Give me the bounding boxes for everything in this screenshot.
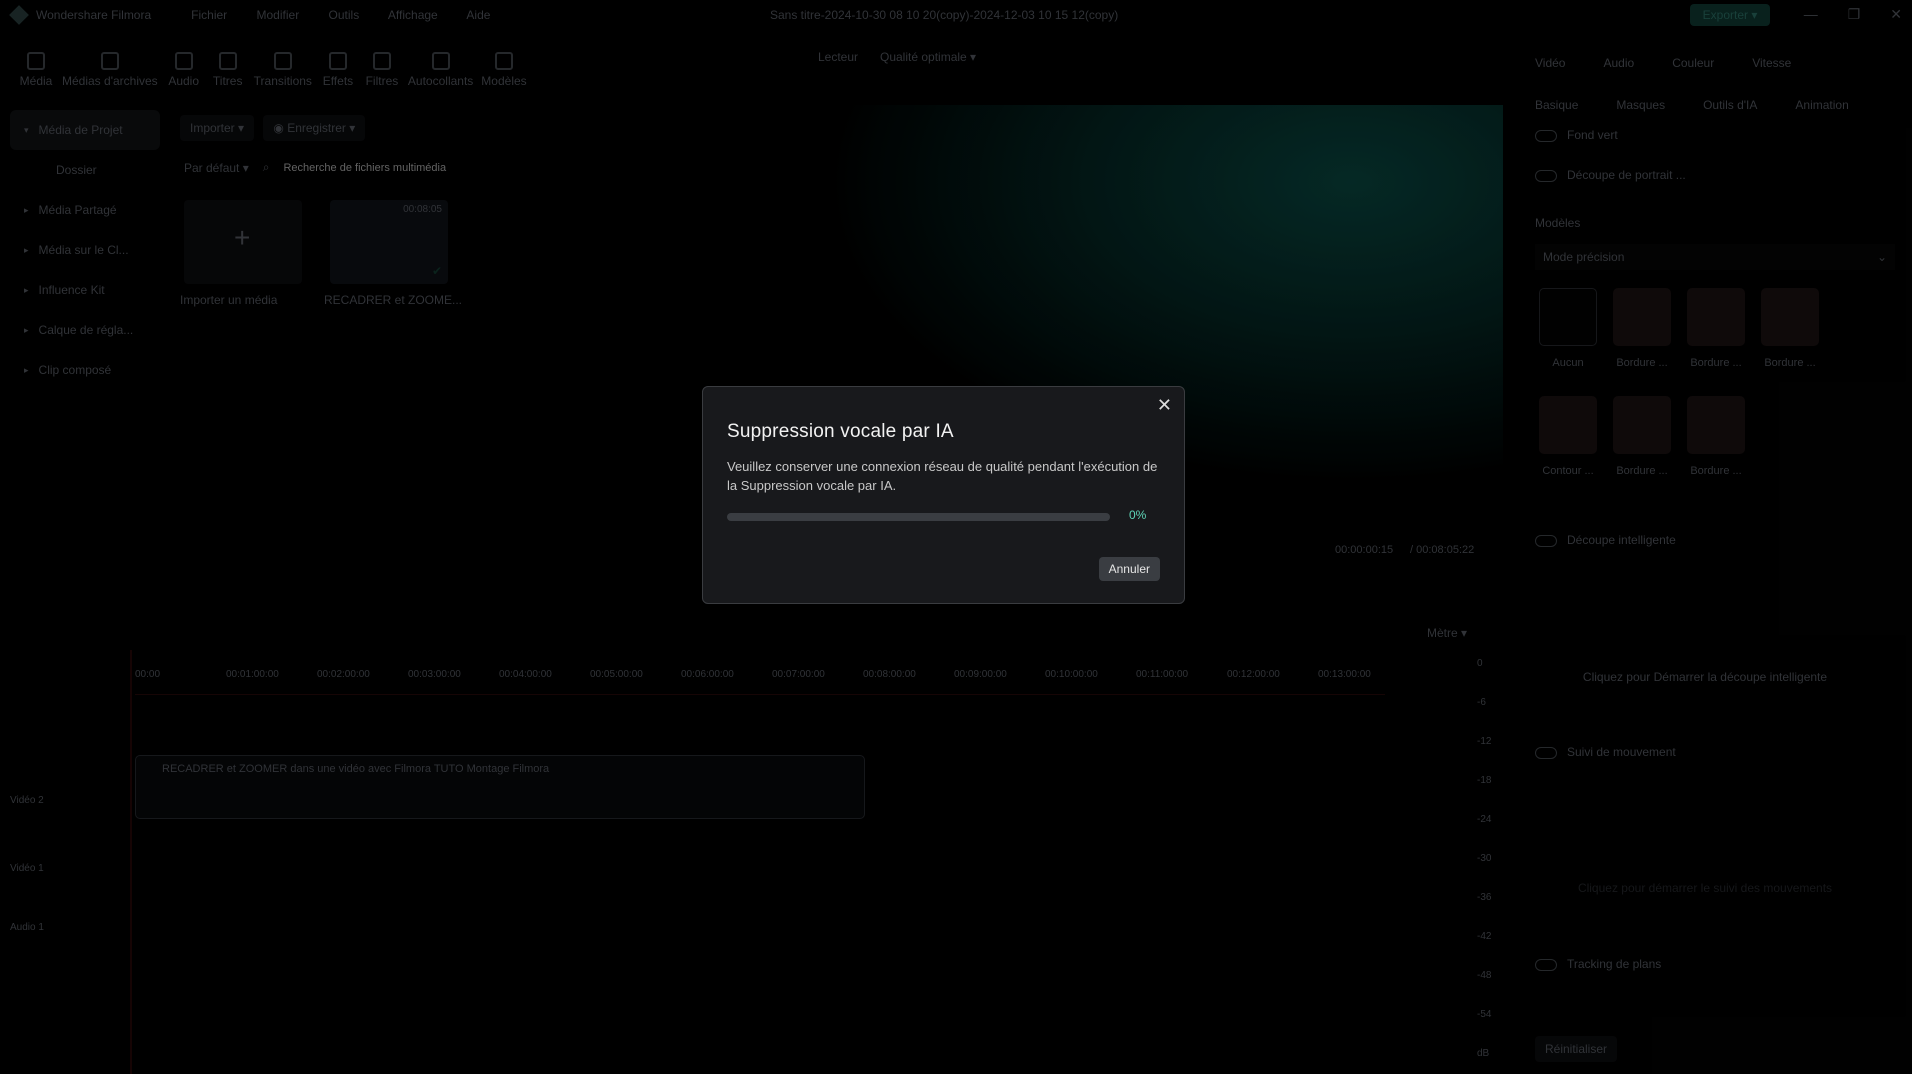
dialog-title: Suppression vocale par IA — [727, 421, 954, 442]
progress-bar — [727, 513, 1110, 521]
dialog-message: Veuillez conserver une connexion réseau … — [727, 459, 1158, 493]
cancel-button[interactable]: Annuler — [1098, 557, 1160, 581]
ai-vocal-removal-dialog: ✕ Suppression vocale par IA Veuillez con… — [702, 386, 1185, 604]
close-icon[interactable]: ✕ — [1157, 395, 1172, 416]
progress-percent: 0% — [1129, 508, 1147, 522]
